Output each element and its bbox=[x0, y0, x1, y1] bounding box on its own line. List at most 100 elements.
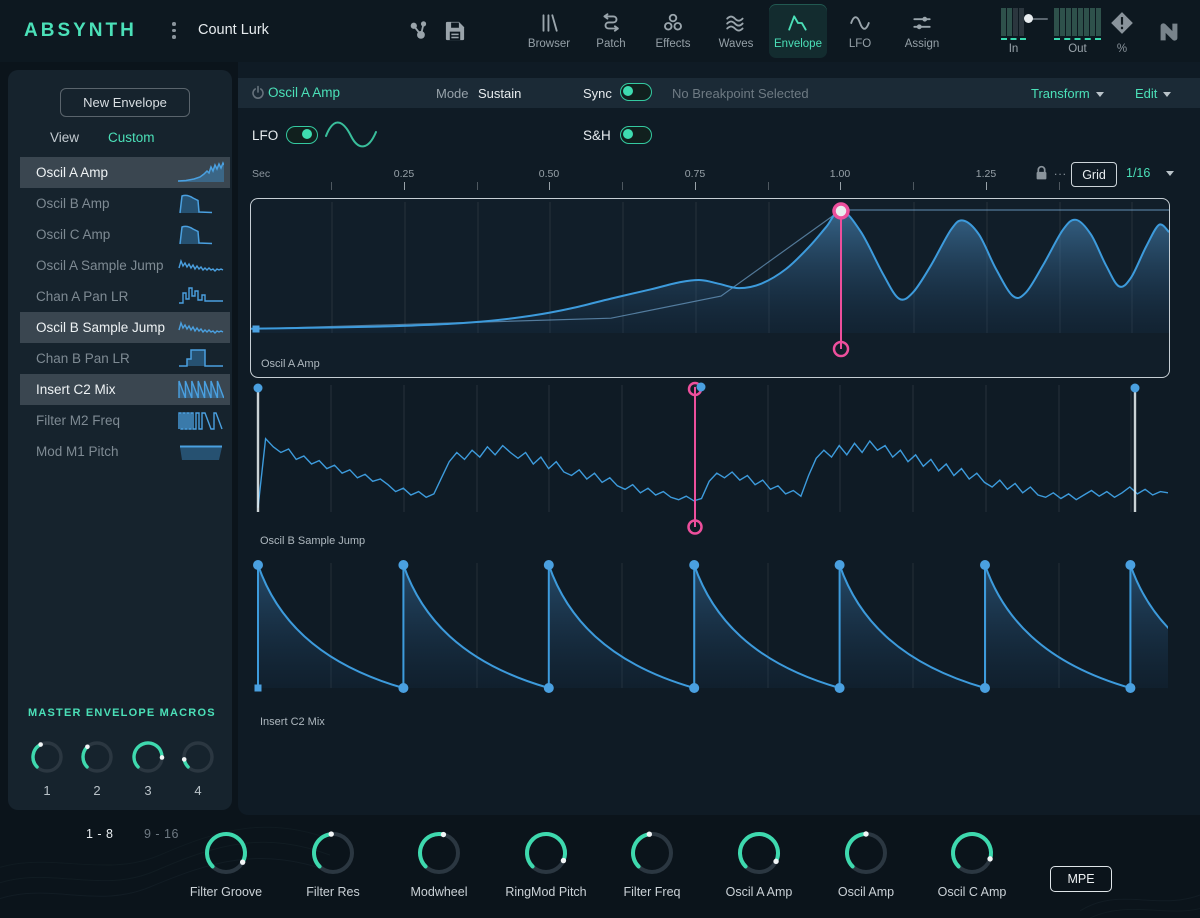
preset-molecule-icon[interactable] bbox=[406, 18, 432, 44]
macro-knob-oscil-a-amp[interactable]: Oscil A Amp bbox=[735, 829, 783, 882]
macro-knob-oscil-c-amp[interactable]: Oscil C Amp bbox=[948, 829, 996, 882]
chevron-down-icon bbox=[1096, 92, 1104, 97]
output-meter-label: Out bbox=[1054, 43, 1101, 55]
envelope-list-item-chan-b-pan-lr[interactable]: Chan B Pan LR bbox=[20, 343, 230, 374]
envelope-list-item-oscil-b-amp[interactable]: Oscil B Amp bbox=[20, 188, 230, 219]
sidebar-view-tabs: View Custom bbox=[8, 130, 232, 150]
envelope-display-insert-c2-mix[interactable]: Insert C2 Mix bbox=[250, 555, 1168, 740]
envelope-thumbnail bbox=[178, 408, 224, 432]
macro-knob-filter-groove[interactable]: Filter Groove bbox=[202, 829, 250, 882]
ruler-tickmark bbox=[477, 182, 478, 190]
ruler-tickmark bbox=[695, 182, 696, 190]
envelope-list-item-chan-a-pan-lr[interactable]: Chan A Pan LR bbox=[20, 281, 230, 312]
cpu-overload-indicator[interactable]: % bbox=[1108, 10, 1136, 55]
envelope-list-item-insert-c2-mix[interactable]: Insert C2 Mix bbox=[20, 374, 230, 405]
tab-envelope[interactable]: Envelope bbox=[769, 4, 827, 58]
selected-envelope-name: Oscil A Amp bbox=[268, 85, 340, 100]
mode-label: Mode bbox=[436, 86, 469, 101]
macro-knob-2[interactable]: 2 bbox=[78, 738, 116, 798]
output-meter: Out bbox=[1054, 8, 1101, 55]
mpe-button[interactable]: MPE bbox=[1050, 866, 1112, 892]
envelope-thumbnail bbox=[178, 284, 224, 308]
macro-knob-oscil-amp[interactable]: Oscil Amp bbox=[842, 829, 890, 882]
top-bar: ABSYNTH Count Lurk Browser bbox=[0, 0, 1200, 62]
envelope-thumbnail bbox=[178, 377, 224, 401]
patch-name[interactable]: Count Lurk bbox=[198, 22, 269, 38]
sh-label: S&H bbox=[583, 128, 611, 143]
envelope-list-item-oscil-b-sample-jump[interactable]: Oscil B Sample Jump bbox=[20, 312, 230, 343]
macro-bank-1-8[interactable]: 1 - 8 bbox=[86, 827, 114, 841]
ruler-more-menu[interactable]: ... bbox=[1054, 164, 1067, 178]
warning-diamond-icon bbox=[1109, 10, 1135, 36]
ruler-tick-label: 1.25 bbox=[976, 168, 996, 180]
envelope-list-item-mod-m1-pitch[interactable]: Mod M1 Pitch bbox=[20, 436, 230, 467]
absynth-window: ABSYNTH Count Lurk Browser bbox=[0, 0, 1200, 918]
tab-lfo[interactable]: LFO bbox=[831, 4, 889, 58]
tab-view[interactable]: View bbox=[50, 130, 79, 145]
chevron-down-icon bbox=[1166, 171, 1174, 176]
lock-icon[interactable] bbox=[1034, 165, 1049, 186]
envelope-thumbnail bbox=[178, 253, 224, 277]
ruler-tickmark bbox=[840, 182, 841, 190]
tab-assign[interactable]: Assign bbox=[893, 4, 951, 58]
panel-label: Insert C2 Mix bbox=[260, 716, 325, 728]
grid-button[interactable]: Grid bbox=[1071, 162, 1117, 187]
sync-toggle[interactable] bbox=[620, 83, 652, 101]
ruler-tick-label: 1.00 bbox=[830, 168, 850, 180]
tab-effects[interactable]: Effects bbox=[644, 4, 702, 58]
browser-icon bbox=[538, 12, 560, 34]
envelope-display-oscil-a-amp[interactable]: Oscil A Amp bbox=[250, 198, 1170, 378]
ruler-tickmark bbox=[404, 182, 405, 190]
envelope-list: Oscil A Amp Oscil B Amp Oscil C Amp Osci… bbox=[8, 157, 232, 467]
macro-bottom-bar: 1 - 8 9 - 16 Filter Groove Filter Res Mo… bbox=[0, 815, 1200, 918]
panel-label: Oscil A Amp bbox=[261, 358, 320, 370]
input-meter-label: In bbox=[1001, 43, 1026, 55]
macro-knob-ringmod-pitch[interactable]: RingMod Pitch bbox=[522, 829, 570, 882]
transform-dropdown[interactable]: Transform bbox=[1031, 86, 1104, 101]
waves-icon bbox=[725, 12, 747, 34]
time-ruler[interactable]: Sec 0.25 0.50 0.75 1.00 1.25 ... Grid 1/… bbox=[238, 162, 1200, 194]
tab-waves[interactable]: Waves bbox=[707, 4, 765, 58]
tab-browser[interactable]: Browser bbox=[520, 4, 578, 58]
patch-icon bbox=[600, 12, 622, 34]
macro-knob-filter-res[interactable]: Filter Res bbox=[309, 829, 357, 882]
assign-icon bbox=[911, 12, 933, 34]
app-logo: ABSYNTH bbox=[24, 20, 137, 42]
macro-knob-4[interactable]: 4 bbox=[179, 738, 217, 798]
new-envelope-button[interactable]: New Envelope bbox=[60, 88, 190, 117]
power-icon[interactable] bbox=[250, 85, 266, 106]
lfo-waveform-icon[interactable] bbox=[322, 114, 380, 159]
edit-dropdown[interactable]: Edit bbox=[1135, 86, 1171, 101]
ruler-tick-label: 0.25 bbox=[394, 168, 414, 180]
macro-bank-9-16[interactable]: 9 - 16 bbox=[144, 827, 179, 841]
macro-knob-filter-freq[interactable]: Filter Freq bbox=[628, 829, 676, 882]
envelope-display-oscil-b-sample-jump[interactable]: Oscil B Sample Jump bbox=[250, 380, 1168, 552]
tab-custom[interactable]: Custom bbox=[108, 130, 155, 145]
envelope-thumbnail bbox=[178, 191, 224, 215]
time-unit-label: Sec bbox=[252, 168, 270, 180]
envelope-list-item-oscil-a-sample-jump[interactable]: Oscil A Sample Jump bbox=[20, 250, 230, 281]
grid-division-value[interactable]: 1/16 bbox=[1126, 166, 1150, 180]
tab-patch[interactable]: Patch bbox=[582, 4, 640, 58]
envelope-editor: Oscil A Amp Mode Sustain Sync No Breakpo… bbox=[238, 62, 1200, 815]
sample-hold-toggle[interactable] bbox=[620, 126, 652, 144]
app-menu-icon[interactable] bbox=[172, 22, 178, 42]
ruler-tick-label: 0.50 bbox=[539, 168, 559, 180]
mode-value[interactable]: Sustain bbox=[478, 86, 521, 101]
macro-knob-modwheel[interactable]: Modwheel bbox=[415, 829, 463, 882]
ruler-tickmark bbox=[986, 182, 987, 190]
lfo-toggle[interactable] bbox=[286, 126, 318, 144]
sync-label: Sync bbox=[583, 86, 612, 101]
macro-knob-3[interactable]: 3 bbox=[129, 738, 167, 798]
envelope-sidebar: New Envelope View Custom Oscil A Amp Osc… bbox=[8, 70, 232, 810]
envelope-list-item-oscil-c-amp[interactable]: Oscil C Amp bbox=[20, 219, 230, 250]
envelope-thumbnail bbox=[178, 346, 224, 370]
chevron-down-icon bbox=[1163, 92, 1171, 97]
envelope-thumbnail bbox=[178, 315, 224, 339]
save-icon[interactable] bbox=[442, 18, 468, 44]
envelope-list-item-oscil-a-amp[interactable]: Oscil A Amp bbox=[20, 157, 230, 188]
panel-label: Oscil B Sample Jump bbox=[260, 535, 365, 547]
macro-knob-1[interactable]: 1 bbox=[28, 738, 66, 798]
io-slider[interactable] bbox=[1026, 14, 1048, 24]
envelope-list-item-filter-m2-freq[interactable]: Filter M2 Freq bbox=[20, 405, 230, 436]
